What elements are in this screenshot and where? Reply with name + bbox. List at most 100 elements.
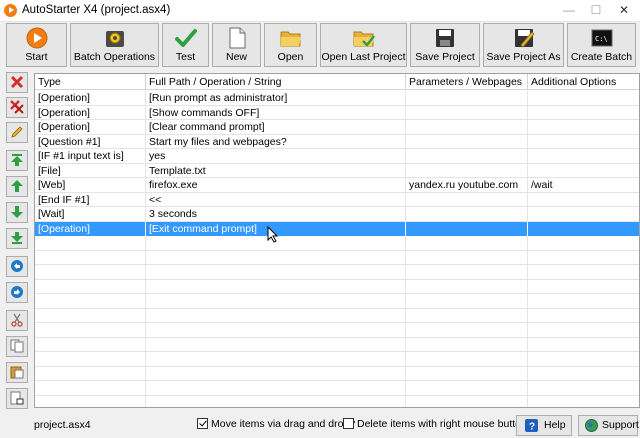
column-header-path[interactable]: Full Path / Operation / String <box>146 74 406 90</box>
table-row[interactable]: [End IF #1] << <box>35 192 639 207</box>
table-row[interactable]: [IF #1 input text is] yes <box>35 149 639 164</box>
cell-type[interactable] <box>35 250 146 265</box>
new-button[interactable]: New <box>212 23 261 67</box>
cell-options[interactable] <box>528 207 639 221</box>
cell-type[interactable]: [Operation] <box>35 105 146 120</box>
empty-table-row[interactable] <box>35 352 639 367</box>
operations-grid[interactable]: Type Full Path / Operation / String Para… <box>34 73 640 408</box>
cell-options[interactable] <box>528 338 639 352</box>
cell-parameters[interactable] <box>406 91 528 105</box>
cell-type[interactable]: [End IF #1] <box>35 192 146 207</box>
maximize-button[interactable]: ☐ <box>582 0 610 22</box>
empty-table-row[interactable] <box>35 308 639 323</box>
delete-item-button[interactable] <box>6 72 28 93</box>
table-row[interactable]: [File] Template.txt <box>35 163 639 178</box>
cell-parameters[interactable] <box>406 395 528 407</box>
cell-path[interactable]: [Clear command prompt] <box>146 120 406 134</box>
empty-table-row[interactable] <box>35 265 639 280</box>
cut-button[interactable] <box>6 310 28 331</box>
cell-path[interactable] <box>146 395 406 407</box>
cell-options[interactable] <box>528 352 639 366</box>
cell-options[interactable] <box>528 396 639 408</box>
cell-type[interactable] <box>35 366 146 381</box>
table-row[interactable]: [Wait] 3 seconds <box>35 207 639 222</box>
cell-options[interactable] <box>528 309 639 323</box>
cell-path[interactable]: [Run prompt as administrator] <box>146 91 406 105</box>
column-header-type[interactable]: Type <box>35 74 146 90</box>
cell-options[interactable] <box>528 149 639 163</box>
cell-type[interactable]: [Web] <box>35 178 146 192</box>
cell-type[interactable] <box>35 395 146 407</box>
cell-path[interactable]: Template.txt <box>146 163 406 178</box>
test-button[interactable]: Test <box>162 23 209 67</box>
cell-parameters[interactable] <box>406 337 528 352</box>
cell-parameters[interactable] <box>406 308 528 323</box>
cell-type[interactable] <box>35 352 146 366</box>
empty-table-row[interactable] <box>35 366 639 381</box>
cell-parameters[interactable] <box>406 381 528 395</box>
table-row[interactable]: [Question #1] Start my files and webpages… <box>35 134 639 149</box>
cell-type[interactable] <box>35 236 146 250</box>
move-top-button[interactable] <box>6 150 28 171</box>
cell-options[interactable] <box>528 323 639 337</box>
paste-button[interactable] <box>6 362 28 383</box>
cell-path[interactable]: firefox.exe <box>146 178 406 192</box>
cell-type[interactable]: [File] <box>35 163 146 178</box>
cell-type[interactable]: [Wait] <box>35 207 146 221</box>
cell-path[interactable] <box>146 265 406 279</box>
cell-type[interactable]: [Operation] <box>35 221 146 236</box>
empty-table-row[interactable] <box>35 337 639 352</box>
table-row[interactable]: [Operation] [Exit command prompt] <box>35 221 639 236</box>
cell-parameters[interactable] <box>406 221 528 236</box>
cell-options[interactable] <box>528 120 639 134</box>
cell-path[interactable] <box>146 323 406 337</box>
cell-path[interactable] <box>146 352 406 366</box>
cell-options[interactable] <box>528 251 639 265</box>
cell-options[interactable] <box>528 106 639 120</box>
help-button[interactable]: ? Help <box>516 415 572 436</box>
redo-button[interactable] <box>6 282 28 303</box>
empty-table-row[interactable] <box>35 381 639 396</box>
table-row[interactable]: [Operation] [Show commands OFF] <box>35 105 639 120</box>
cell-options[interactable] <box>528 294 639 308</box>
cell-type[interactable] <box>35 265 146 279</box>
cell-options[interactable] <box>528 164 639 178</box>
column-header-parameters[interactable]: Parameters / Webpages <box>406 74 528 90</box>
cell-options[interactable] <box>528 280 639 294</box>
cell-path[interactable] <box>146 337 406 352</box>
move-bottom-button[interactable] <box>6 228 28 249</box>
cell-parameters[interactable] <box>406 323 528 337</box>
cell-type[interactable] <box>35 279 146 294</box>
right-click-delete-checkbox-box[interactable] <box>343 418 354 429</box>
cell-path[interactable]: Start my files and webpages? <box>146 134 406 149</box>
cell-path[interactable] <box>146 279 406 294</box>
cell-type[interactable]: [Operation] <box>35 91 146 105</box>
save-project-as-button[interactable]: Save Project As <box>483 23 564 67</box>
table-row[interactable]: [Operation] [Run prompt as administrator] <box>35 91 639 106</box>
cell-parameters[interactable] <box>406 105 528 120</box>
cell-options[interactable] <box>528 135 639 149</box>
cell-type[interactable] <box>35 337 146 352</box>
cell-parameters[interactable] <box>406 207 528 221</box>
cell-parameters[interactable] <box>406 134 528 149</box>
table-row[interactable]: [Web] firefox.exe yandex.ru youtube.com/wa… <box>35 178 639 193</box>
cell-parameters[interactable] <box>406 236 528 250</box>
cell-type[interactable] <box>35 323 146 337</box>
cell-type[interactable] <box>35 308 146 323</box>
open-button[interactable]: Open <box>264 23 317 67</box>
copy-button[interactable] <box>6 336 28 357</box>
empty-table-row[interactable] <box>35 236 639 251</box>
cell-parameters[interactable] <box>406 149 528 163</box>
cell-type[interactable]: [Question #1] <box>35 134 146 149</box>
cell-parameters[interactable] <box>406 192 528 207</box>
cell-options[interactable] <box>528 193 639 207</box>
delete-all-button[interactable] <box>6 97 28 118</box>
cell-options[interactable] <box>528 91 639 105</box>
cell-parameters[interactable] <box>406 352 528 366</box>
cell-options[interactable] <box>528 222 639 236</box>
edit-item-button[interactable] <box>6 122 28 143</box>
cell-path[interactable]: << <box>146 192 406 207</box>
empty-table-row[interactable] <box>35 395 639 408</box>
drag-drop-checkbox-box[interactable] <box>197 418 208 429</box>
close-window-button[interactable]: ✕ <box>610 0 638 22</box>
